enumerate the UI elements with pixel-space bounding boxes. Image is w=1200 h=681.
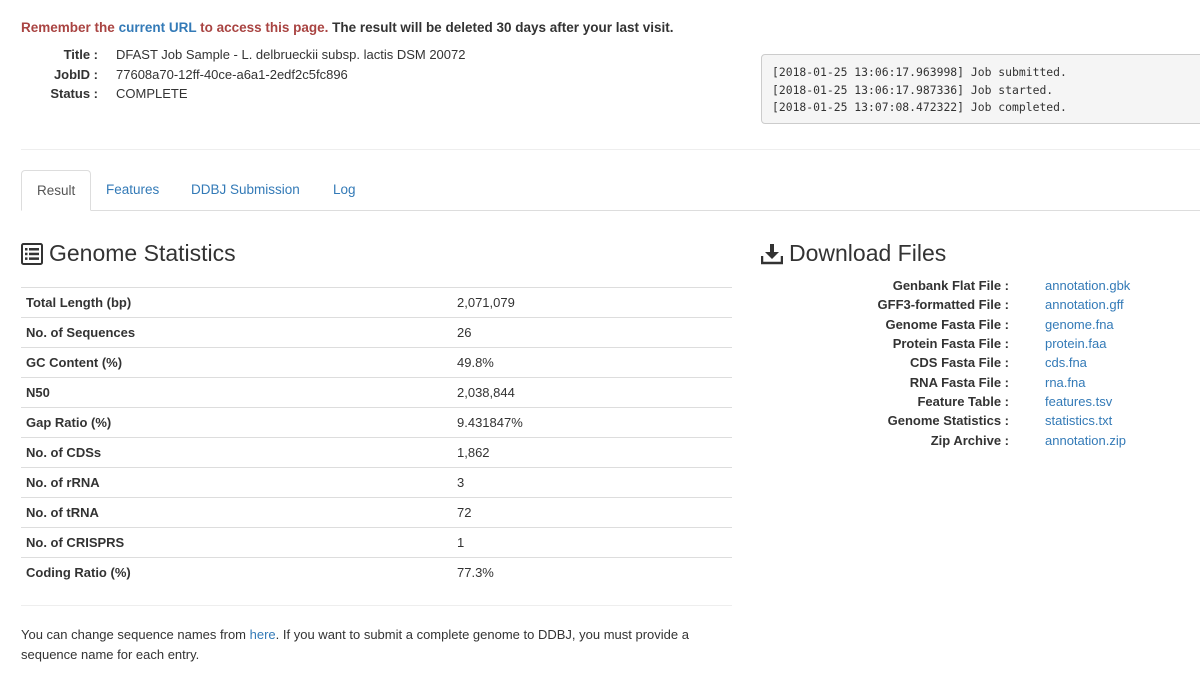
job-log-box: [2018-01-25 13:06:17.963998] Job submitt… (761, 54, 1200, 124)
table-row: No. of tRNA 72 (21, 497, 732, 528)
stat-name: Total Length (bp) (21, 287, 452, 318)
stat-name: No. of rRNA (21, 467, 452, 498)
divider (21, 605, 732, 606)
download-link[interactable]: statistics.txt (1045, 413, 1112, 428)
table-row: No. of CRISPRS 1 (21, 527, 732, 558)
download-link[interactable]: genome.fna (1045, 317, 1114, 332)
stat-value: 2,071,079 (452, 287, 732, 318)
download-row: GFF3-formatted File : annotation.gff (761, 295, 1130, 314)
stat-name: No. of CRISPRS (21, 527, 452, 558)
job-info: Title : DFAST Job Sample - L. delbruecki… (21, 45, 465, 104)
table-row: Coding Ratio (%) 77.3% (21, 557, 732, 587)
download-row: Genbank Flat File : annotation.gbk (761, 276, 1131, 295)
download-link[interactable]: annotation.gff (1045, 297, 1124, 312)
stat-value: 77.3% (452, 557, 732, 587)
download-label: Genbank Flat File : (892, 278, 1009, 294)
log-line: [2018-01-25 13:06:17.963998] Job submitt… (772, 65, 1067, 79)
table-row: No. of rRNA 3 (21, 467, 732, 498)
download-icon (761, 243, 783, 264)
table-row: Gap Ratio (%) 9.431847% (21, 407, 732, 438)
download-link[interactable]: features.tsv (1045, 394, 1112, 409)
stat-value: 26 (452, 317, 732, 348)
table-row: GC Content (%) 49.8% (21, 347, 732, 378)
job-title-value: DFAST Job Sample - L. delbrueckii subsp.… (116, 47, 466, 63)
download-files-list: Genbank Flat File : annotation.gbk GFF3-fo… (761, 276, 1131, 450)
log-line: [2018-01-25 13:06:17.987336] Job started… (772, 82, 1054, 97)
download-link[interactable]: rna.fna (1045, 375, 1085, 390)
current-url-link[interactable]: current URL (119, 20, 197, 35)
download-label: Feature Table : (917, 393, 1009, 409)
download-row: Genome Fasta File : genome.fna (761, 315, 1130, 334)
download-link[interactable]: annotation.zip (1045, 433, 1126, 448)
stat-name: Coding Ratio (%) (21, 557, 452, 587)
genome-statistics-title: Genome Statistics (49, 240, 236, 266)
tab-ddbj-submission[interactable]: DDBJ Submission (176, 170, 315, 210)
stat-name: No. of Sequences (21, 317, 452, 348)
stat-value: 49.8% (452, 347, 732, 378)
stat-value: 1 (452, 527, 732, 558)
tab-log[interactable]: Log (318, 170, 371, 210)
job-id-value: 77608a70-12ff-40ce-a6a1-2edf2c5fc896 (116, 66, 348, 82)
stat-name: Gap Ratio (%) (21, 407, 452, 438)
download-row: Genome Statistics : statistics.txt (761, 411, 1130, 430)
download-label: Zip Archive : (930, 432, 1009, 448)
download-files-title: Download Files (789, 240, 947, 266)
stat-name: N50 (21, 377, 452, 408)
download-link[interactable]: annotation.gbk (1045, 278, 1130, 293)
download-link[interactable]: cds.fna (1045, 355, 1087, 370)
result-tabs: Result Features DDBJ Submission Log (21, 170, 1200, 211)
note-before: You can change sequence names from (21, 627, 247, 642)
stat-value: 1,862 (452, 437, 732, 468)
job-status-label: Status : (50, 86, 98, 102)
genome-statistics-table: Total Length (bp) 2,071,079 No. of Sequenc… (21, 287, 732, 587)
job-status-value: COMPLETE (116, 86, 188, 102)
stat-value: 9.431847% (452, 407, 732, 438)
download-label: CDS Fasta File : (910, 355, 1009, 371)
log-line: [2018-01-25 13:07:08.472322] Job complet… (772, 100, 1067, 114)
download-row: RNA Fasta File : rna.fna (761, 372, 1130, 391)
table-row: Total Length (bp) 2,071,079 (21, 287, 732, 318)
list-alt-icon (21, 242, 43, 265)
job-title-label: Title : (63, 47, 98, 63)
job-id-row: JobID : 77608a70-12ff-40ce-a6a1-2edf2c5f… (21, 65, 465, 85)
here-link[interactable]: here (250, 627, 276, 642)
download-link[interactable]: protein.faa (1045, 336, 1106, 351)
stat-name: No. of CDSs (21, 437, 452, 468)
job-title-row: Title : DFAST Job Sample - L. delbruecki… (21, 45, 466, 65)
table-row: N50 2,038,844 (21, 377, 732, 408)
stat-value: 72 (452, 497, 732, 528)
job-id-label: JobID : (53, 66, 98, 82)
url-notice: Remember the current URL to access this … (21, 20, 674, 35)
download-label: RNA Fasta File : (909, 374, 1009, 390)
stat-name: No. of tRNA (21, 497, 452, 528)
download-label: Protein Fasta File : (892, 336, 1009, 352)
download-label: GFF3-formatted File : (877, 297, 1009, 313)
download-files-heading: Download Files (761, 240, 946, 267)
notice-rest: The result will be deleted 30 days after… (332, 20, 674, 35)
sequence-name-note: You can change sequence names from here.… (21, 625, 741, 665)
download-row: Feature Table : features.tsv (761, 392, 1130, 411)
download-row: Zip Archive : annotation.zip (761, 430, 1130, 449)
table-row: No. of Sequences 26 (21, 317, 732, 348)
stat-value: 3 (452, 467, 732, 498)
tab-features[interactable]: Features (91, 170, 174, 210)
download-row: Protein Fasta File : protein.faa (761, 334, 1130, 353)
stat-name: GC Content (%) (21, 347, 452, 378)
stat-value: 2,038,844 (452, 377, 732, 408)
divider (21, 149, 1200, 150)
notice-mid: to access this page. (200, 20, 329, 35)
notice-prefix: Remember the (21, 20, 115, 35)
download-row: CDS Fasta File : cds.fna (761, 353, 1130, 372)
tab-result[interactable]: Result (21, 170, 92, 211)
download-label: Genome Fasta File : (885, 316, 1009, 332)
genome-statistics-heading: Genome Statistics (21, 240, 236, 267)
download-label: Genome Statistics : (887, 413, 1009, 429)
job-status-row: Status : COMPLETE (21, 84, 465, 104)
table-row: No. of CDSs 1,862 (21, 437, 732, 468)
